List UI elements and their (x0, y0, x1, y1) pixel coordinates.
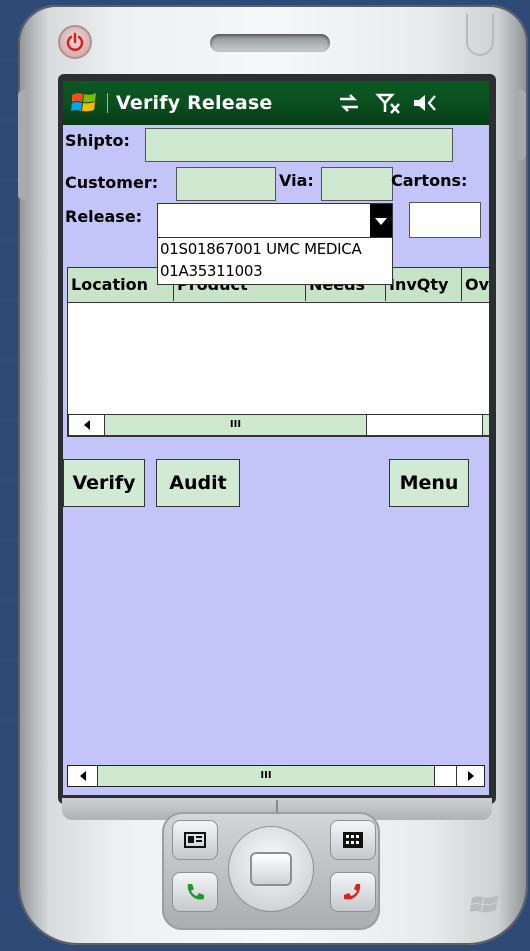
earpiece-speaker (210, 34, 330, 52)
scroll-track[interactable] (434, 766, 456, 786)
column-ov[interactable]: Ov (462, 268, 489, 301)
windows-logo-icon (470, 895, 498, 913)
customer-label: Customer: (65, 173, 159, 192)
power-icon (66, 32, 84, 51)
shipto-field[interactable] (145, 128, 453, 162)
antenna-off-icon[interactable] (375, 91, 403, 115)
release-options-list[interactable]: 01S01867001 UMC MEDICA 01A35311003 (157, 237, 393, 285)
grid-horizontal-scrollbar[interactable]: III (68, 414, 489, 436)
sync-arrows-icon[interactable] (335, 91, 363, 115)
calendar-icon (343, 832, 363, 848)
scroll-track[interactable] (367, 415, 483, 435)
side-key-left[interactable] (18, 90, 28, 200)
scroll-left-button[interactable] (68, 766, 98, 786)
phone-end-icon (344, 884, 361, 900)
scroll-thumb-grip: III (229, 419, 242, 430)
title-separator (107, 93, 108, 113)
scroll-right-button[interactable] (456, 766, 484, 786)
via-label: Via: (279, 171, 314, 190)
scroll-thumb[interactable]: III (105, 415, 367, 435)
shipto-label: Shipto: (65, 131, 130, 150)
arrow-left-icon (79, 771, 86, 781)
contact-card-icon (184, 832, 206, 848)
menu-button[interactable]: Menu (389, 459, 469, 507)
phone-call-icon (187, 884, 204, 900)
release-option[interactable]: 01A35311003 (158, 260, 392, 282)
column-invqty[interactable]: InvQty (386, 268, 462, 301)
call-key[interactable] (172, 872, 218, 912)
power-button[interactable] (58, 25, 92, 59)
contacts-key[interactable] (172, 820, 218, 860)
scroll-thumb-grip: III (260, 770, 272, 781)
window-title: Verify Release (116, 92, 273, 114)
arrow-right-icon (467, 771, 474, 781)
dropdown-toggle[interactable] (370, 204, 392, 237)
arrow-left-icon (83, 420, 90, 430)
scroll-left-button[interactable] (69, 415, 105, 435)
cartons-label: Cartons: (391, 171, 468, 190)
release-dropdown[interactable] (157, 203, 393, 238)
audit-button[interactable]: Audit (156, 459, 240, 507)
action-button[interactable] (250, 852, 292, 886)
via-field[interactable] (321, 167, 393, 201)
release-option[interactable]: 01S01867001 UMC MEDICA (158, 238, 392, 260)
windows-flag-icon[interactable] (69, 89, 99, 117)
end-call-key[interactable] (330, 872, 376, 912)
release-label: Release: (65, 207, 143, 226)
scroll-thumb[interactable]: III (98, 766, 434, 786)
app-screen: Verify Release Shipto: Customer: Via: Ca… (63, 81, 489, 795)
stylus-slot (466, 14, 494, 56)
cartons-field[interactable] (409, 202, 481, 238)
speaker-icon[interactable] (411, 91, 441, 115)
product-grid[interactable]: Location Product Needs InvQty Ov III (67, 267, 489, 437)
title-bar: Verify Release (63, 81, 489, 125)
verify-button[interactable]: Verify (63, 459, 145, 507)
calendar-key[interactable] (330, 820, 376, 860)
customer-field[interactable] (176, 167, 276, 201)
screen-horizontal-scrollbar[interactable]: III (67, 765, 485, 787)
side-key-right[interactable] (516, 90, 526, 160)
chevron-down-icon (375, 217, 387, 225)
